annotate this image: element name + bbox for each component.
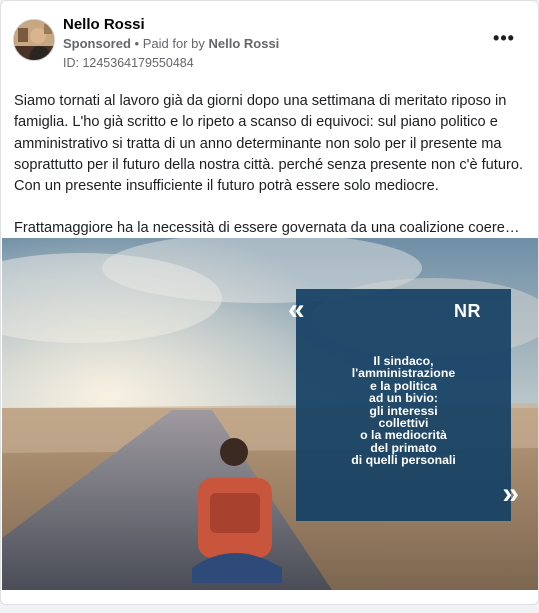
overlay-quote-text: Il sindaco, l'amministrazione e la polit… bbox=[296, 355, 511, 467]
paid-for-prefix: Paid for by bbox=[142, 36, 205, 51]
ad-post-card: Nello Rossi Sponsored • Paid for by Nell… bbox=[0, 0, 539, 605]
nr-logo: NR bbox=[454, 301, 481, 321]
more-options-icon[interactable]: ••• bbox=[492, 29, 516, 49]
post-header: Nello Rossi Sponsored • Paid for by Nell… bbox=[13, 13, 526, 73]
paid-for-name[interactable]: Nello Rossi bbox=[209, 36, 280, 51]
overlay-line: o la mediocrità bbox=[360, 428, 447, 443]
ad-id: ID: 1245364179550484 bbox=[63, 56, 194, 70]
quote-open-mark: « bbox=[288, 293, 305, 326]
overlay-line: l'amministrazione bbox=[351, 366, 456, 381]
author-name[interactable]: Nello Rossi bbox=[63, 16, 145, 33]
separator-dot: • bbox=[134, 36, 140, 51]
overlay-line: di quelli personali bbox=[351, 453, 456, 468]
quote-overlay-box: « NR Il sindaco, l'amministrazione e la … bbox=[288, 289, 519, 521]
post-paragraph-truncated[interactable]: Frattamaggiore ha la necessità di essere… bbox=[14, 218, 526, 239]
post-paragraph: Siamo tornati al lavoro già da giorni do… bbox=[14, 93, 523, 195]
author-avatar[interactable] bbox=[13, 19, 55, 61]
ad-image[interactable]: « NR Il sindaco, l'amministrazione e la … bbox=[2, 238, 538, 590]
sponsored-line: Sponsored • Paid for by Nello Rossi bbox=[63, 36, 279, 51]
quote-close-mark: » bbox=[502, 477, 519, 510]
sponsored-label: Sponsored bbox=[63, 36, 131, 51]
post-body: Siamo tornati al lavoro già da giorni do… bbox=[14, 91, 526, 240]
overlay-line: ad un bivio: bbox=[369, 391, 438, 406]
